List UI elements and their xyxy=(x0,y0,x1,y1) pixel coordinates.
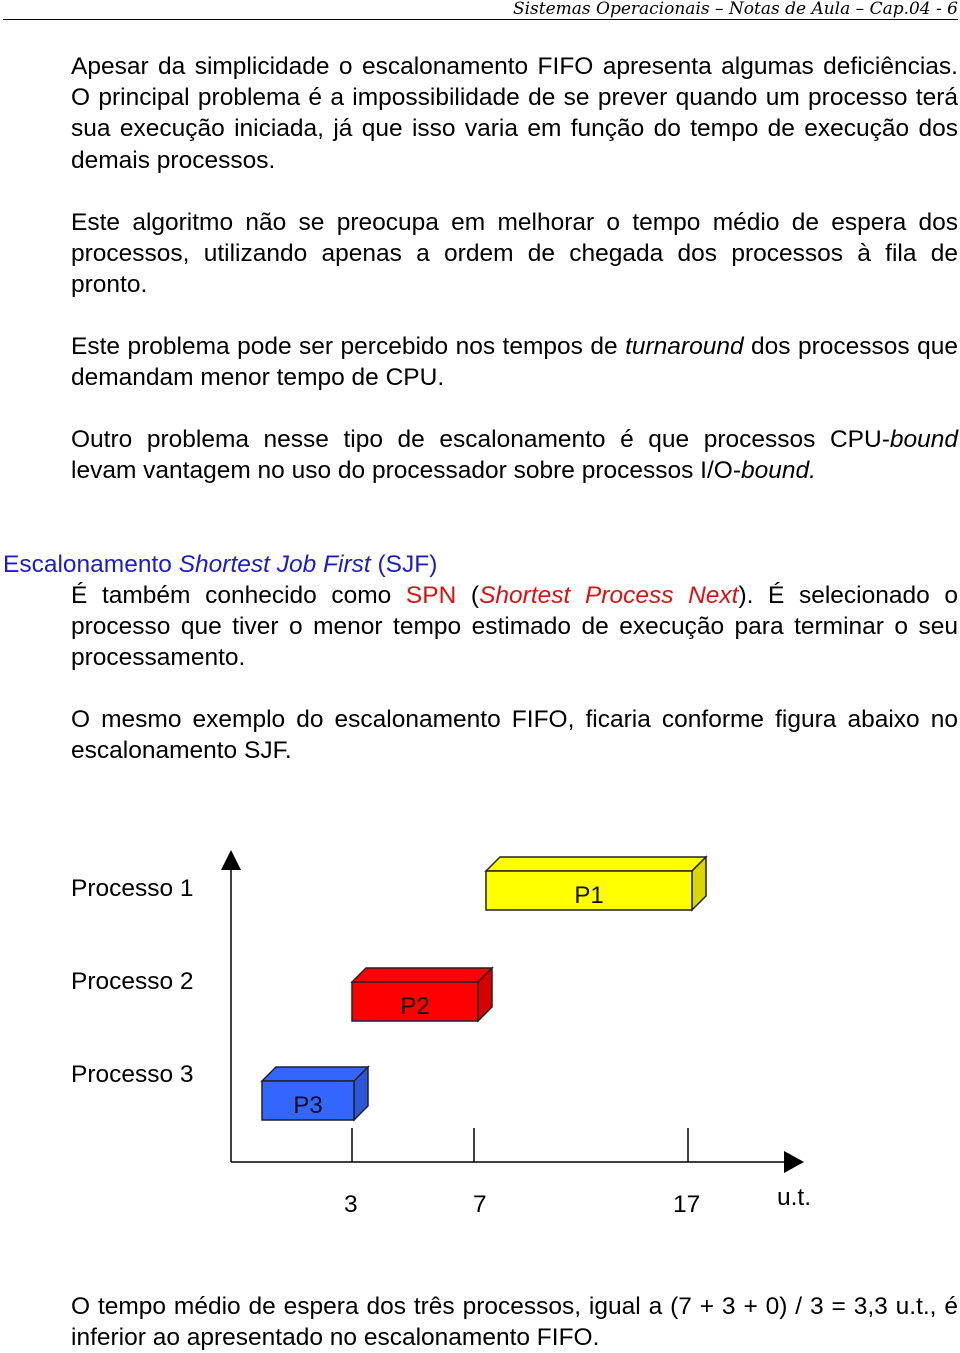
bar-label: P3 xyxy=(293,1092,322,1119)
tick-label-17: 17 xyxy=(673,1191,701,1218)
row-label-processo-1: Processo 1 xyxy=(71,875,194,902)
sjf-gantt-diagram: P1 P2 P3 xyxy=(221,850,804,1173)
tick-label-3: 3 xyxy=(344,1191,358,1218)
tick-label-7: 7 xyxy=(473,1191,487,1218)
paragraph-conclusion: O tempo médio de espera dos três process… xyxy=(71,1293,958,1352)
x-axis-arrow-icon xyxy=(784,1151,804,1173)
bar-label: P2 xyxy=(400,993,429,1020)
row-label-processo-2: Processo 2 xyxy=(71,968,194,995)
bar-top-face xyxy=(260,1066,370,1082)
bar-top-face xyxy=(484,856,708,872)
unit-label: u.t. xyxy=(777,1184,812,1211)
row-label-processo-3: Processo 3 xyxy=(71,1061,194,1088)
y-axis-arrow-icon xyxy=(221,850,241,870)
bar-p1: P1 xyxy=(484,855,708,912)
bar-p2: P2 xyxy=(350,966,494,1023)
bar-p3: P3 xyxy=(260,1065,370,1122)
bar-top-face xyxy=(350,967,494,983)
bar-label: P1 xyxy=(574,882,603,909)
